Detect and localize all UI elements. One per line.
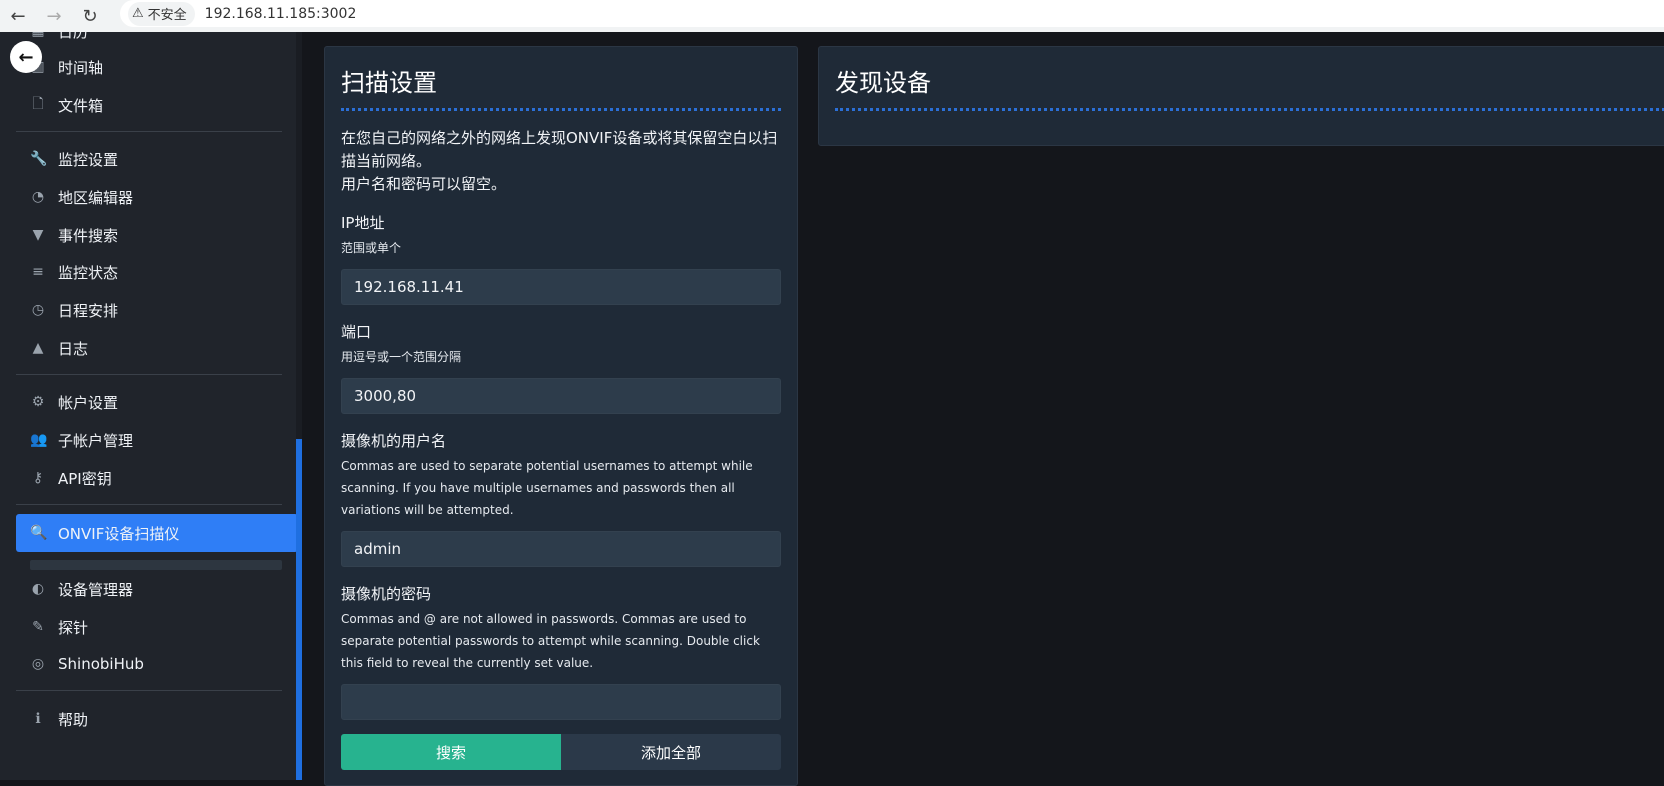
title-divider [835,108,1664,111]
sidebar-item-region-editor[interactable]: ◔ 地区编辑器 [16,178,298,216]
sidebar-item-label: API密钥 [58,469,112,488]
warning-icon: ▲ [32,340,44,356]
ip-address-input[interactable] [341,269,781,305]
calendar-icon: ▦ [30,32,46,39]
scan-settings-panel: 扫描设置 在您自己的网络之外的网络上发现ONVIF设备或将其保留空白以扫描当前网… [324,46,798,786]
sidebar-item-label: 地区编辑器 [58,188,134,207]
intro-line-2: 用户名和密码可以留空。 [341,175,507,193]
sidebar-item-label: 时间轴 [58,58,104,77]
sidebar-item-label: 帮助 [58,710,89,729]
back-arrow-icon[interactable]: ← [0,0,36,32]
sidebar-item-label: 设备管理器 [58,580,134,599]
forward-arrow-icon[interactable]: → [36,0,72,32]
search-icon: 🔍 [30,525,48,541]
username-input[interactable] [341,531,781,567]
found-devices-panel: 发现设备 [818,46,1664,146]
gears-icon: ⚙ [31,394,45,410]
scan-settings-title: 扫描设置 [341,69,437,97]
password-input[interactable] [341,684,781,720]
region-icon: ◔ [31,189,45,205]
sidebar-item-label: 监控设置 [58,150,119,169]
users-icon: 👥 [30,432,48,448]
info-icon: ℹ [35,711,41,727]
clock-icon: ◷ [31,302,45,318]
sidebar-item-label: ShinobiHub [58,655,144,673]
sidebar-item-label: 子帐户管理 [58,431,134,450]
arrow-left-icon: ← [18,46,34,68]
search-button[interactable]: 搜索 [341,734,561,770]
sidebar-item-label: 帐户设置 [58,393,119,412]
scan-intro: 在您自己的网络之外的网络上发现ONVIF设备或将其保留空白以扫描当前网络。 用户… [325,111,797,196]
reload-icon[interactable]: ↻ [72,0,108,32]
sidebar-item-shinobihub[interactable]: ◎ ShinobiHub [16,645,298,683]
warning-triangle-icon: ⚠ [132,6,144,21]
intro-line-1: 在您自己的网络之外的网络上发现ONVIF设备或将其保留空白以扫描当前网络。 [341,129,778,170]
password-label: 摄像机的密码 [341,585,432,603]
sidebar-item-label: 日程安排 [58,301,119,320]
sidebar-item-monitor-settings[interactable]: 🔧 监控设置 [16,140,298,178]
url-text: 192.168.11.185:3002 [204,5,357,22]
sidebar-submenu-bar [30,560,282,570]
sidebar-item-help[interactable]: ℹ 帮助 [16,700,298,738]
port-input[interactable] [341,378,781,414]
collapse-sidebar-button[interactable]: ← [10,41,42,73]
sidebar-item-subaccounts[interactable]: 👥 子帐户管理 [16,421,298,459]
sidebar-item-label: 日志 [58,339,89,358]
sidebar-item-timeline[interactable]: ▥ 时间轴 [16,48,298,86]
ip-help: 范围或单个 [341,241,402,255]
username-label: 摄像机的用户名 [341,432,447,450]
sidebar-item-probe[interactable]: ✎ 探针 [16,608,298,646]
sidebar-item-label: ONVIF设备扫描仪 [58,524,180,543]
sidebar-item-label: 文件箱 [58,96,104,115]
sidebar-item-schedules[interactable]: ◷ 日程安排 [16,291,298,329]
security-indicator[interactable]: ⚠ 不安全 [128,1,195,26]
sidebar-item-label: 探针 [58,618,89,637]
sidebar-item-label: 监控状态 [58,263,119,282]
sidebar-item-monitor-states[interactable]: ≡ 监控状态 [16,253,298,291]
port-help: 用逗号或一个范围分隔 [341,350,462,364]
found-devices-title: 发现设备 [835,69,931,97]
sidebar-item-label: 事件搜索 [58,226,119,245]
password-help: Commas and @ are not allowed in password… [341,612,760,670]
scan-action-buttons: 搜索 添加全部 [341,734,781,770]
sidebar-item-filebin[interactable]: 🗋 文件箱 [16,86,298,124]
sidebar: ▦ 日历 ▥ 时间轴 🗋 文件箱 🔧 监控设置 ◔ 地区编辑器 ▼ 事件搜索 ≡… [0,32,302,780]
sidebar-item-logs[interactable]: ▲ 日志 [16,329,298,367]
sidebar-item-device-manager[interactable]: ◐ 设备管理器 [16,570,298,608]
add-all-button[interactable]: 添加全部 [561,734,781,770]
security-label: 不安全 [147,8,187,23]
file-icon: 🗋 [32,96,44,112]
sidebar-divider [16,131,282,132]
browser-toolbar: ← → ↻ ⚠ 不安全 192.168.11.185:3002 [0,0,1664,32]
key-icon: ⚷ [32,470,44,486]
sidebar-item-api-keys[interactable]: ⚷ API密钥 [16,459,298,497]
username-help: Commas are used to separate potential us… [341,459,753,517]
sidebar-divider [16,374,282,375]
sidebar-item-label: 日历 [58,32,88,42]
sidebar-item-onvif-scanner[interactable]: 🔍 ONVIF设备扫描仪 [16,514,298,552]
wrench-icon: 🔧 [30,151,48,167]
filter-icon: ▼ [32,227,44,243]
ip-label: IP地址 [341,214,385,232]
sidebar-divider [16,690,282,691]
main-content: 扫描设置 在您自己的网络之外的网络上发现ONVIF设备或将其保留空白以扫描当前网… [302,32,1664,786]
list-icon: ≡ [32,264,44,280]
address-bar[interactable]: ⚠ 不安全 192.168.11.185:3002 [120,0,1664,27]
sidebar-divider [16,504,282,505]
compass-icon: ◎ [31,656,45,672]
circle-half-icon: ◐ [31,581,45,597]
sidebar-item-account-settings[interactable]: ⚙ 帐户设置 [16,383,298,421]
port-label: 端口 [341,323,372,341]
eyedropper-icon: ✎ [32,619,44,635]
sidebar-item-event-search[interactable]: ▼ 事件搜索 [16,216,298,254]
